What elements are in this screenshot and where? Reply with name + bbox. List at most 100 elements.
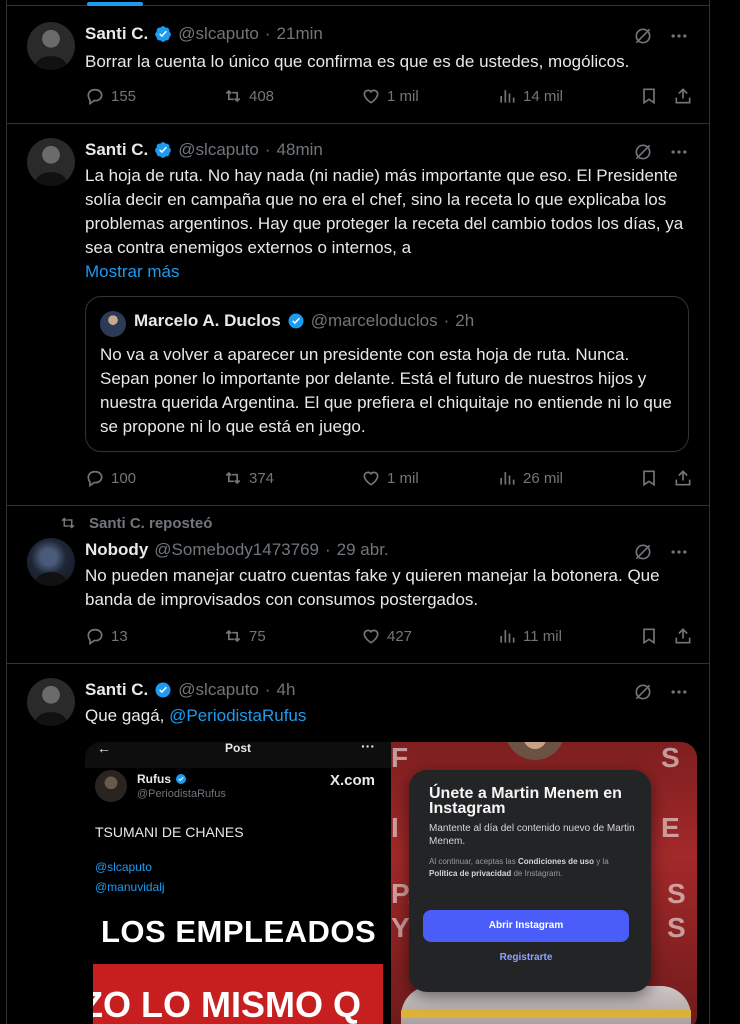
bookmark-button[interactable] <box>639 86 659 106</box>
like-count: 427 <box>387 627 413 645</box>
action-bar: 100 374 1 mil 26 mil <box>85 468 691 492</box>
screenshot-avatar <box>95 770 127 802</box>
timestamp[interactable]: 21min <box>277 24 323 44</box>
share-button[interactable] <box>673 86 693 106</box>
reply-button[interactable]: 155 <box>85 86 136 106</box>
timeline-feed: Santi C. @slcaputo · 21min Borrar la cue… <box>6 0 710 1024</box>
headline-text: LOS EMPLEADOS <box>101 914 377 949</box>
quoted-author-handle[interactable]: @marceloduclos <box>311 311 438 331</box>
airplane-stripe <box>401 1010 691 1018</box>
author-name[interactable]: Santi C. <box>85 680 148 700</box>
mention-link[interactable]: @PeriodistaRufus <box>169 706 306 725</box>
reply-button[interactable]: 13 <box>85 626 128 646</box>
author-handle[interactable]: @slcaputo <box>178 24 259 44</box>
more-icon[interactable] <box>669 26 689 46</box>
tweet-text: Que gagá, @PeriodistaRufus <box>85 704 689 728</box>
like-icon <box>363 629 379 644</box>
repost-context[interactable]: Santi C. reposteó <box>59 514 212 532</box>
avatar[interactable] <box>27 138 75 186</box>
grok-icon[interactable] <box>633 682 653 702</box>
share-button[interactable] <box>673 626 693 646</box>
instagram-card-subtitle: Mantente al día del contenido nuevo de M… <box>429 823 635 847</box>
author-name[interactable]: Santi C. <box>85 140 148 160</box>
more-icon[interactable] <box>669 542 689 562</box>
tweet[interactable]: Santi C. @slcaputo · 48min La hoja de ru… <box>7 124 709 506</box>
reply-icon <box>87 470 103 488</box>
quoted-author-name[interactable]: Marcelo A. Duclos <box>134 311 281 331</box>
author-handle[interactable]: @Somebody1473769 <box>154 540 319 560</box>
separator-dot: · <box>264 140 271 159</box>
views-icon <box>500 90 515 103</box>
bookmark-button[interactable] <box>639 468 659 488</box>
xcom-watermark: X.com <box>329 772 375 789</box>
tweet-header: Santi C. @slcaputo · 4h <box>85 680 295 700</box>
tweet-text: La hoja de ruta. No hay nada (ni nadie) … <box>85 166 684 257</box>
quoted-header: Marcelo A. Duclos @marceloduclos · 2h <box>134 311 474 331</box>
media-image-left[interactable]: ← Post ··· Rufus @PeriodistaRufus X.com … <box>85 742 391 1024</box>
legal-mid: y la <box>593 857 609 866</box>
grok-icon[interactable] <box>633 142 653 162</box>
quoted-avatar[interactable] <box>100 311 126 337</box>
screenshot-author-handle: @PeriodistaRufus <box>137 788 226 800</box>
show-more-link[interactable]: Mostrar más <box>85 260 689 284</box>
separator-dot: · <box>264 24 271 43</box>
legal-terms: Condiciones de uso <box>517 857 594 866</box>
share-icon <box>675 470 691 486</box>
screenshot-title: Post <box>224 742 251 755</box>
avatar[interactable] <box>27 538 75 586</box>
views-icon <box>500 630 515 643</box>
views-count: 11 mil <box>523 627 562 645</box>
author-handle[interactable]: @slcaputo <box>178 680 259 700</box>
verified-badge-icon <box>176 774 186 784</box>
separator-dot: · <box>325 540 331 559</box>
tweet-header: Santi C. @slcaputo · 21min <box>85 24 323 44</box>
avatar[interactable] <box>27 22 75 70</box>
like-button[interactable]: 1 mil <box>361 86 419 106</box>
more-icon: ··· <box>361 742 375 754</box>
timestamp[interactable]: 29 abr. <box>337 540 389 560</box>
media-image-right[interactable]: F S I E PA S Y S Únete a Martin Menem en… <box>391 742 697 1024</box>
views-button[interactable]: 26 mil <box>497 468 563 488</box>
author-name[interactable]: Santi C. <box>85 24 148 44</box>
avatar[interactable] <box>27 678 75 726</box>
repost-button[interactable]: 374 <box>223 468 274 488</box>
reply-button[interactable]: 100 <box>85 468 136 488</box>
verified-badge-icon <box>155 142 172 158</box>
screenshot-author-name: Rufus <box>137 772 171 786</box>
tweet[interactable]: Santi C. reposteó Nobody @Somebody147376… <box>7 506 709 664</box>
separator-dot: · <box>264 680 271 699</box>
quoted-timestamp[interactable]: 2h <box>455 311 474 331</box>
action-bar: 13 75 427 11 mil <box>85 626 691 650</box>
more-icon[interactable] <box>669 682 689 702</box>
repost-button[interactable]: 408 <box>223 86 274 106</box>
author-name[interactable]: Nobody <box>85 540 148 560</box>
register-link: Registrarte <box>499 952 553 963</box>
reply-icon <box>87 88 103 106</box>
background-letter: S <box>667 878 686 909</box>
share-button[interactable] <box>673 468 693 488</box>
reply-count: 13 <box>111 627 128 645</box>
views-button[interactable]: 11 mil <box>497 626 562 646</box>
tweet-media-grid[interactable]: ← Post ··· Rufus @PeriodistaRufus X.com … <box>85 742 697 1024</box>
quoted-tweet[interactable]: Marcelo A. Duclos @marceloduclos · 2h No… <box>85 296 689 452</box>
bookmark-button[interactable] <box>639 626 659 646</box>
screenshot-mention: @slcaputo <box>95 860 152 874</box>
repost-icon <box>61 517 75 529</box>
timestamp[interactable]: 4h <box>277 680 296 700</box>
author-handle[interactable]: @slcaputo <box>178 140 259 160</box>
more-icon[interactable] <box>669 142 689 162</box>
background-letter: I <box>391 812 399 843</box>
repost-count: 408 <box>249 87 275 105</box>
grok-icon[interactable] <box>633 26 653 46</box>
screenshot-header: ← Post ··· <box>85 742 391 768</box>
repost-button[interactable]: 75 <box>223 626 266 646</box>
background-letter: E <box>661 812 680 843</box>
views-button[interactable]: 14 mil <box>497 86 563 106</box>
like-button[interactable]: 1 mil <box>361 468 419 488</box>
tweet[interactable]: Santi C. @slcaputo · 21min Borrar la cue… <box>7 6 709 124</box>
instagram-signup-card: Únete a Martin Menem en Instagram Manten… <box>409 770 651 992</box>
grok-icon[interactable] <box>633 542 653 562</box>
timestamp[interactable]: 48min <box>277 140 323 160</box>
separator-dot: · <box>443 311 450 330</box>
like-button[interactable]: 427 <box>361 626 412 646</box>
